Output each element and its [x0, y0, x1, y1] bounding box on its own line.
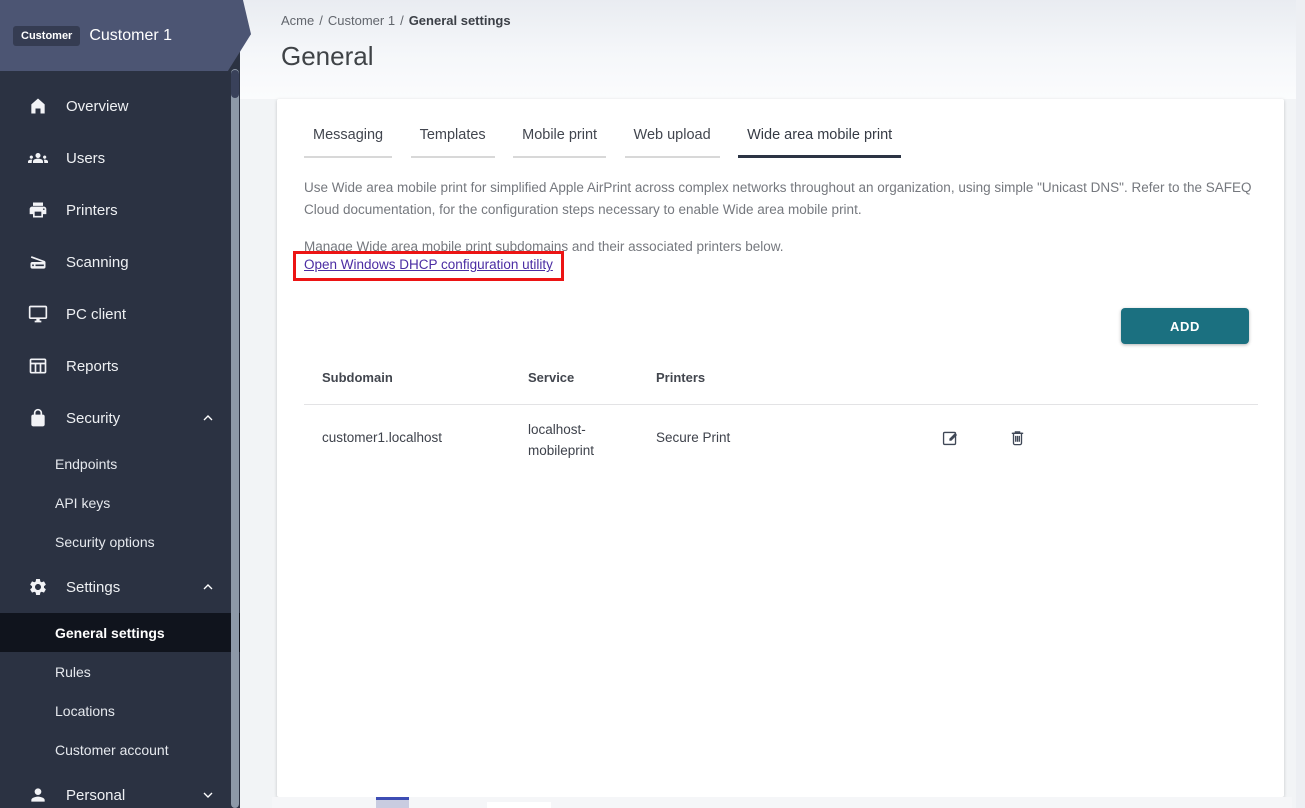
sidebar-item-label: API keys: [55, 495, 110, 511]
edit-icon[interactable]: [940, 428, 960, 448]
settings-card: Messaging Templates Mobile print Web upl…: [277, 99, 1284, 797]
cell-service: localhost-mobileprint: [528, 419, 624, 461]
sidebar-item-endpoints[interactable]: Endpoints: [0, 444, 240, 483]
sidebar-item-security-options[interactable]: Security options: [0, 522, 240, 561]
sidebar-item-general-settings[interactable]: General settings: [0, 613, 240, 652]
sidebar-item-label: Security options: [55, 534, 155, 550]
sidebar-item-label: Locations: [55, 703, 115, 719]
cell-printers: Secure Print: [656, 430, 730, 445]
sidebar-header: Customer Customer 1: [0, 0, 251, 71]
partial-white-element: [487, 802, 551, 808]
sidebar-item-locations[interactable]: Locations: [0, 691, 240, 730]
person-icon: [27, 784, 49, 806]
page-header-band: Acme / Customer 1 / General settings General: [240, 0, 1305, 99]
sidebar-item-label: Customer account: [55, 742, 169, 758]
sidebar-scrollbar[interactable]: [231, 69, 239, 808]
tab-templates[interactable]: Templates: [411, 121, 495, 158]
gear-icon: [27, 576, 49, 598]
chevron-down-icon[interactable]: [200, 787, 216, 803]
tab-bar: Messaging Templates Mobile print Web upl…: [304, 121, 915, 158]
dhcp-utility-link[interactable]: Open Windows DHCP configuration utility: [304, 257, 553, 272]
breadcrumb-separator: /: [400, 13, 404, 28]
sidebar: Overview Users Printers Scanning: [0, 0, 240, 808]
monitor-icon: [27, 303, 49, 325]
sidebar-item-printers[interactable]: Printers: [0, 184, 240, 236]
sidebar-item-label: Printers: [66, 202, 118, 219]
home-icon: [27, 95, 49, 117]
sidebar-item-label: Rules: [55, 664, 91, 680]
customer-name-title: Customer 1: [89, 27, 172, 45]
sidebar-item-label: Scanning: [66, 254, 129, 271]
reports-icon: [27, 355, 49, 377]
sidebar-item-label: Security: [66, 410, 120, 427]
sidebar-scrollbar-thumb[interactable]: [231, 70, 239, 98]
tab-description-text: Use Wide area mobile print for simplifie…: [304, 177, 1258, 220]
sidebar-nav: Overview Users Printers Scanning: [0, 80, 240, 808]
partial-tab-indicator: [376, 797, 409, 808]
cell-subdomain: customer1.localhost: [322, 430, 442, 445]
customer-type-badge: Customer: [13, 26, 80, 46]
main-content: Acme / Customer 1 / General settings General…: [240, 0, 1305, 808]
column-header-subdomain: Subdomain: [322, 370, 393, 385]
sidebar-item-reports[interactable]: Reports: [0, 340, 240, 392]
sidebar-item-customer-account[interactable]: Customer account: [0, 730, 240, 769]
page-scrollbar[interactable]: [1296, 0, 1305, 808]
sidebar-item-label: Personal: [66, 787, 125, 804]
chevron-up-icon[interactable]: [200, 410, 216, 426]
tab-messaging[interactable]: Messaging: [304, 121, 392, 158]
sidebar-item-overview[interactable]: Overview: [0, 80, 240, 132]
chevron-up-icon[interactable]: [200, 579, 216, 595]
printer-icon: [27, 199, 49, 221]
breadcrumb-current: General settings: [409, 13, 511, 28]
sidebar-item-label: Endpoints: [55, 456, 117, 472]
tab-web-upload[interactable]: Web upload: [625, 121, 720, 158]
partially-visible-bottom-panel: [272, 797, 1292, 808]
table-header-divider: [304, 404, 1258, 405]
scanner-icon: [27, 251, 49, 273]
sidebar-item-personal[interactable]: Personal: [0, 769, 240, 808]
tab-wide-area-mobile-print[interactable]: Wide area mobile print: [738, 121, 901, 158]
annotation-highlight-box: Open Windows DHCP configuration utility: [293, 251, 564, 281]
sidebar-item-label: Users: [66, 150, 105, 167]
sidebar-item-label: General settings: [55, 625, 165, 641]
sidebar-item-rules[interactable]: Rules: [0, 652, 240, 691]
column-header-printers: Printers: [656, 370, 705, 385]
lock-icon: [27, 407, 49, 429]
sidebar-item-settings[interactable]: Settings: [0, 561, 240, 613]
breadcrumb-customer1[interactable]: Customer 1: [328, 13, 395, 28]
sidebar-item-scanning[interactable]: Scanning: [0, 236, 240, 288]
breadcrumb-acme[interactable]: Acme: [281, 13, 314, 28]
sidebar-item-label: PC client: [66, 306, 126, 323]
sidebar-item-label: Overview: [66, 98, 129, 115]
page-title: General: [281, 41, 374, 72]
app-window: Overview Users Printers Scanning: [0, 0, 1305, 808]
add-button[interactable]: ADD: [1121, 308, 1249, 344]
sidebar-item-label: Settings: [66, 579, 120, 596]
users-icon: [27, 147, 49, 169]
tab-mobile-print[interactable]: Mobile print: [513, 121, 606, 158]
sidebar-item-security[interactable]: Security: [0, 392, 240, 444]
breadcrumb-separator: /: [319, 13, 323, 28]
breadcrumb: Acme / Customer 1 / General settings: [281, 13, 511, 28]
column-header-service: Service: [528, 370, 574, 385]
sidebar-item-users[interactable]: Users: [0, 132, 240, 184]
sidebar-item-pc-client[interactable]: PC client: [0, 288, 240, 340]
sidebar-item-label: Reports: [66, 358, 119, 375]
sidebar-item-api-keys[interactable]: API keys: [0, 483, 240, 522]
delete-icon[interactable]: [1007, 428, 1027, 448]
